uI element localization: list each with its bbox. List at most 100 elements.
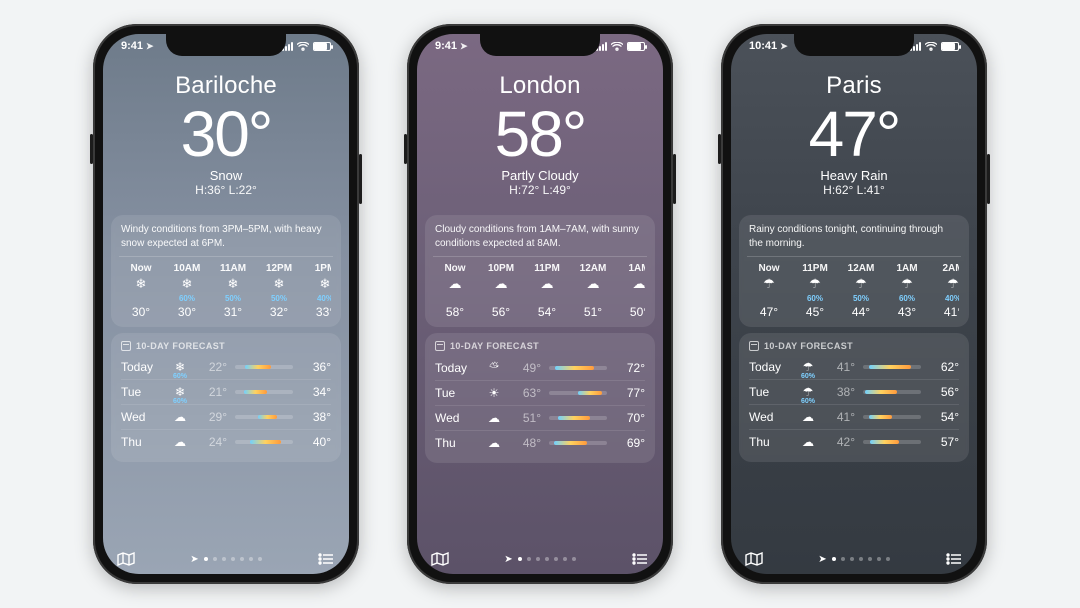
map-icon[interactable] xyxy=(431,552,449,566)
daily-title: 10-DAY FORECAST xyxy=(136,341,225,351)
weather-icon: ☁︎ xyxy=(488,436,500,450)
daily-card[interactable]: 10-DAY FORECAST Today⛅︎49°72°Tue☀︎63°77°W… xyxy=(425,333,655,463)
weather-icon: ❄︎ xyxy=(274,277,285,291)
hourly-item[interactable]: 11AM❄︎50%31° xyxy=(213,263,253,319)
list-icon[interactable] xyxy=(945,552,963,566)
location-arrow-icon: ➤ xyxy=(190,554,198,565)
hourly-card[interactable]: Windy conditions from 3PM–5PM, with heav… xyxy=(111,215,341,327)
divider xyxy=(747,256,961,257)
temp-range-bar xyxy=(235,365,293,369)
daily-row[interactable]: Today⛅︎49°72° xyxy=(435,355,645,380)
hourly-item[interactable]: Now☂︎47° xyxy=(749,263,789,319)
hourly-item[interactable]: 11PM☁︎54° xyxy=(527,263,567,319)
day-high: 62° xyxy=(929,360,959,374)
list-icon[interactable] xyxy=(631,552,649,566)
hourly-item[interactable]: 12AM☂︎50%44° xyxy=(841,263,881,319)
weather-icon: ☂︎ xyxy=(809,277,821,291)
precip-chance: 60% xyxy=(169,398,191,405)
current-temp: 30° xyxy=(111,102,341,166)
day-name: Today xyxy=(749,360,789,374)
daily-row[interactable]: Thu☁︎42°57° xyxy=(749,429,959,454)
hour-label: 10PM xyxy=(488,263,514,274)
hour-label: 10AM xyxy=(174,263,201,274)
hour-temp: 41° xyxy=(944,305,959,319)
daily-row[interactable]: Tue☀︎63°77° xyxy=(435,380,645,405)
daily-card[interactable]: 10-DAY FORECAST Today❄︎60%22°36°Tue❄︎60%2… xyxy=(111,333,341,462)
content: Bariloche30°SnowH:36° L:22°Windy conditi… xyxy=(103,62,349,574)
daily-row[interactable]: Today☂︎60%41°62° xyxy=(749,355,959,379)
condition-text: Partly Cloudy xyxy=(425,168,655,183)
day-icon: ☁︎ xyxy=(169,435,191,449)
hourly-item[interactable]: 12PM❄︎50%32° xyxy=(259,263,299,319)
daily-list: Today☂︎60%41°62°Tue☂︎60%38°56°Wed☁︎41°54… xyxy=(749,355,959,454)
hour-label: 11AM xyxy=(220,263,246,274)
day-icon: ❄︎60% xyxy=(169,360,191,374)
hero: Paris47°Heavy RainH:62° L:41° xyxy=(739,62,969,209)
hourly-item[interactable]: Now❄︎30° xyxy=(121,263,161,319)
hourly-strip[interactable]: Now❄︎30°10AM❄︎60%30°11AM❄︎50%31°12PM❄︎50… xyxy=(121,263,331,319)
notch xyxy=(794,34,914,56)
hourly-card[interactable]: Rainy conditions tonight, continuing thr… xyxy=(739,215,969,327)
daily-row[interactable]: Tue☂︎60%38°56° xyxy=(749,379,959,404)
hour-label: 12AM xyxy=(580,263,607,274)
hourly-item[interactable]: 10AM❄︎60%30° xyxy=(167,263,207,319)
hourly-strip[interactable]: Now☂︎47°11PM☂︎60%45°12AM☂︎50%44°1AM☂︎60%… xyxy=(749,263,959,319)
daily-row[interactable]: Wed☁︎41°54° xyxy=(749,404,959,429)
hour-temp: 44° xyxy=(852,305,870,319)
status-time-wrap: 10:41➤ xyxy=(749,40,788,52)
hourly-item[interactable]: 2AM☂︎40%41° xyxy=(933,263,959,319)
page-dots[interactable]: ➤ xyxy=(190,554,261,565)
weather-icon: ☁︎ xyxy=(587,277,600,291)
daily-row[interactable]: Thu☁︎24°40° xyxy=(121,429,331,454)
day-low: 24° xyxy=(199,435,227,449)
day-high: 38° xyxy=(301,410,331,424)
daily-title: 10-DAY FORECAST xyxy=(450,341,539,351)
hourly-strip[interactable]: Now☁︎58°10PM☁︎56°11PM☁︎54°12AM☁︎51°1AM☁︎… xyxy=(435,263,645,319)
daily-row[interactable]: Wed☁︎51°70° xyxy=(435,405,645,430)
daily-card[interactable]: 10-DAY FORECASTToday☂︎60%41°62°Tue☂︎60%3… xyxy=(739,333,969,462)
list-icon[interactable] xyxy=(317,552,335,566)
hour-temp: 32° xyxy=(270,305,288,319)
hourly-item[interactable]: 1PM❄︎40%33° xyxy=(305,263,331,319)
page-dots[interactable]: ➤ xyxy=(504,554,575,565)
hourly-item[interactable]: 10PM☁︎56° xyxy=(481,263,521,319)
daily-row[interactable]: Thu ☁︎ 48° 69° xyxy=(435,430,645,455)
day-icon: ❄︎60% xyxy=(169,385,191,399)
hourly-item[interactable]: 1AM☁︎50° xyxy=(619,263,645,319)
daily-row[interactable]: Today❄︎60%22°36° xyxy=(121,355,331,379)
hourly-item[interactable]: 1AM☂︎60%43° xyxy=(887,263,927,319)
notch xyxy=(480,34,600,56)
hourly-item[interactable]: 11PM☂︎60%45° xyxy=(795,263,835,319)
day-high: 40° xyxy=(301,435,331,449)
content: London58°Partly CloudyH:72° L:49°Cloudy … xyxy=(417,62,663,574)
day-low: 51° xyxy=(513,411,541,425)
hero: London58°Partly CloudyH:72° L:49° xyxy=(425,62,655,209)
day-high: 69° xyxy=(615,436,645,450)
day-icon: ☁︎ xyxy=(797,410,819,424)
hourly-card[interactable]: Cloudy conditions from 1AM–7AM, with sun… xyxy=(425,215,655,327)
day-name: Wed xyxy=(121,410,161,424)
map-icon[interactable] xyxy=(117,552,135,566)
map-icon[interactable] xyxy=(745,552,763,566)
temp-range-bar xyxy=(235,390,293,394)
weather-icon: ☁︎ xyxy=(174,435,186,449)
hour-label: 1AM xyxy=(896,263,917,274)
hero: Bariloche30°SnowH:36° L:22° xyxy=(111,62,341,209)
weather-icon: ☁︎ xyxy=(802,435,814,449)
hourly-item[interactable]: Now☁︎58° xyxy=(435,263,475,319)
daily-row[interactable]: Tue❄︎60%21°34° xyxy=(121,379,331,404)
day-low: 48° xyxy=(513,436,541,450)
page-dots[interactable]: ➤ xyxy=(818,554,889,565)
day-high: 36° xyxy=(301,360,331,374)
day-name: Thu xyxy=(435,436,475,450)
weather-icon: ❄︎ xyxy=(182,277,193,291)
daily-row[interactable]: Wed☁︎29°38° xyxy=(121,404,331,429)
content: Paris47°Heavy RainH:62° L:41°Rainy condi… xyxy=(731,62,977,574)
calendar-icon xyxy=(435,341,445,351)
weather-icon: ☂︎ xyxy=(803,385,814,399)
temp-range-bar xyxy=(863,440,921,444)
precip-chance: 60% xyxy=(169,373,191,380)
current-temp: 58° xyxy=(425,102,655,166)
hourly-item[interactable]: 12AM☁︎51° xyxy=(573,263,613,319)
day-icon: ☂︎60% xyxy=(797,385,819,399)
